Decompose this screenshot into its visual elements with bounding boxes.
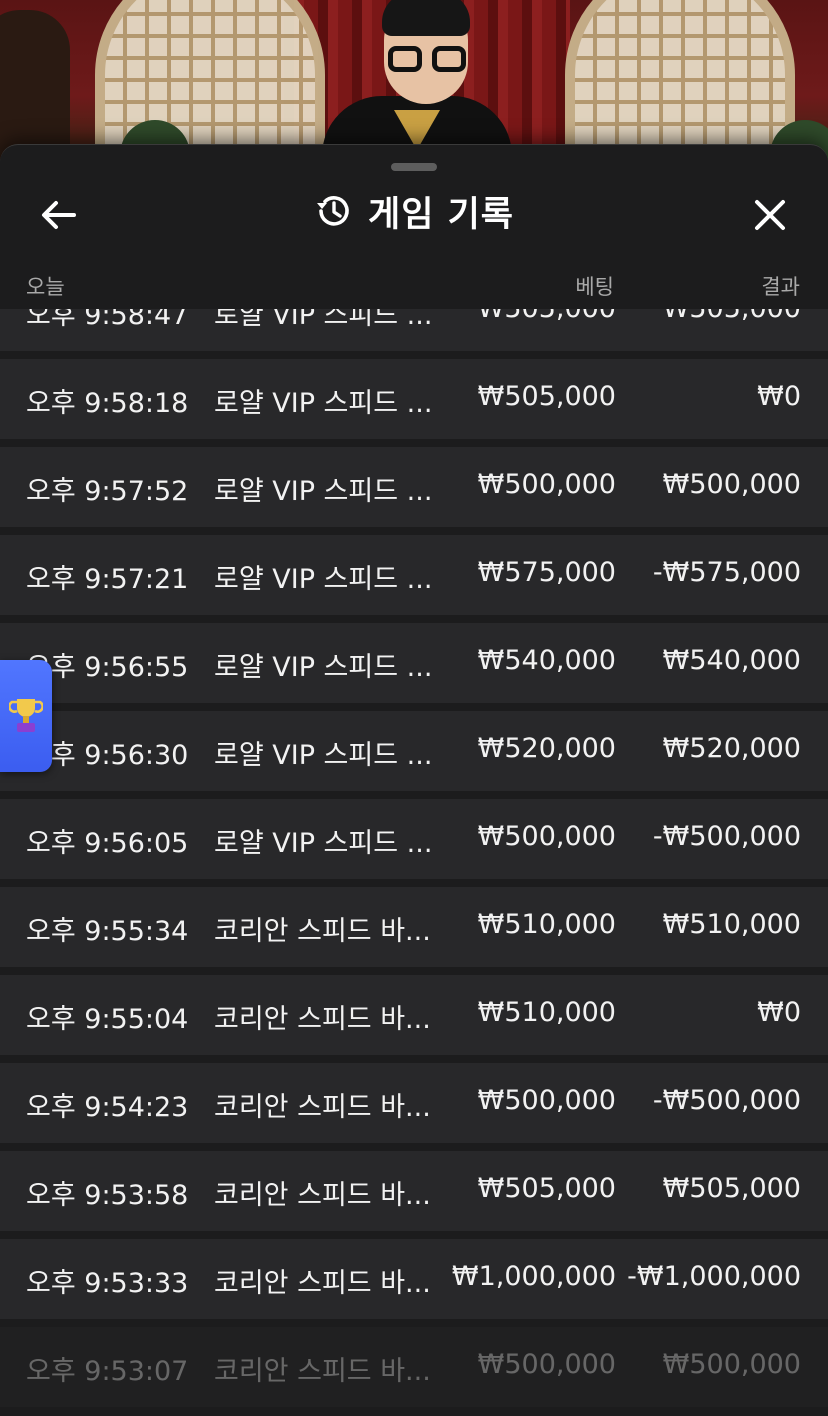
screen: 게임 기록 오늘 베팅 결과 오후 9:58:47 로얄 VIP 스피드 ... ₩… <box>0 0 828 1416</box>
sheet-title-group: 게임 기록 <box>0 185 828 237</box>
row-bet-amount: ₩505,000 <box>477 381 616 412</box>
row-time: 오후 9:58:18 <box>26 388 189 419</box>
row-bet-amount: ₩510,000 <box>477 997 616 1028</box>
row-bet-amount: ₩505,000 <box>477 1173 616 1204</box>
history-row[interactable]: 오후 9:57:52 로얄 VIP 스피드 ... ₩500,000 ₩500,000 <box>0 447 828 527</box>
row-bet-amount: ₩500,000 <box>477 1085 616 1116</box>
row-game-name: 로얄 VIP 스피드 ... <box>214 564 433 595</box>
row-bet-amount: ₩575,000 <box>477 557 616 588</box>
row-game-name: 로얄 VIP 스피드 ... <box>214 652 433 683</box>
row-bet-amount: ₩510,000 <box>477 909 616 940</box>
row-time: 오후 9:57:52 <box>26 476 189 507</box>
dealer <box>322 0 512 160</box>
row-game-name: 코리안 스피드 바... <box>214 1180 431 1211</box>
row-game-name: 로얄 VIP 스피드 ... <box>214 309 433 331</box>
row-game-name: 코리안 스피드 바... <box>214 1092 431 1123</box>
sheet-title: 게임 기록 <box>368 194 514 235</box>
row-bet-amount: ₩500,000 <box>477 469 616 500</box>
trophy-icon <box>9 699 43 732</box>
history-row[interactable]: 오후 9:56:55 로얄 VIP 스피드 ... ₩540,000 ₩540,000 <box>0 623 828 703</box>
close-icon <box>755 200 785 230</box>
sheet-header: 게임 기록 <box>0 175 828 247</box>
row-result-amount: ₩540,000 <box>662 645 801 676</box>
row-result-amount: -₩500,000 <box>652 1085 801 1116</box>
row-result-amount: ₩505,000 <box>663 309 801 324</box>
row-bet-amount: ₩520,000 <box>477 733 616 764</box>
row-game-name: 로얄 VIP 스피드 ... <box>214 388 433 419</box>
row-result-amount: ₩500,000 <box>662 1349 801 1380</box>
column-today: 오늘 <box>26 275 65 299</box>
row-bet-amount: ₩1,000,000 <box>451 1261 616 1292</box>
column-header: 오늘 베팅 결과 <box>0 259 828 309</box>
row-game-name: 코리안 스피드 바... <box>214 916 431 947</box>
row-result-amount: ₩500,000 <box>662 469 801 500</box>
column-bet: 베팅 <box>575 275 614 299</box>
history-row[interactable]: 오후 9:58:18 로얄 VIP 스피드 ... ₩505,000 ₩0 <box>0 359 828 439</box>
row-time: 오후 9:55:04 <box>26 1004 189 1035</box>
row-time: 오후 9:53:07 <box>26 1356 189 1387</box>
row-game-name: 로얄 VIP 스피드 ... <box>214 740 433 771</box>
row-result-amount: -₩575,000 <box>652 557 801 588</box>
row-time: 오후 9:55:34 <box>26 916 189 947</box>
history-row[interactable]: 오후 9:57:21 로얄 VIP 스피드 ... ₩575,000 -₩575,00… <box>0 535 828 615</box>
row-time: 오후 9:58:47 <box>26 309 189 331</box>
row-result-amount: ₩0 <box>757 997 801 1028</box>
row-time: 오후 9:53:33 <box>26 1268 189 1299</box>
row-bet-amount: ₩505,000 <box>478 309 616 324</box>
game-history-sheet: 게임 기록 오늘 베팅 결과 오후 9:58:47 로얄 VIP 스피드 ... ₩… <box>0 144 828 1416</box>
history-row[interactable]: 오후 9:54:23 코리안 스피드 바... ₩500,000 -₩500,000 <box>0 1063 828 1143</box>
history-icon <box>317 196 349 226</box>
row-bet-amount: ₩540,000 <box>477 645 616 676</box>
sheet-grabber[interactable] <box>391 163 437 171</box>
history-row[interactable]: 오후 9:56:05 로얄 VIP 스피드 ... ₩500,000 -₩500,00… <box>0 799 828 879</box>
close-button[interactable] <box>742 187 798 243</box>
history-row[interactable]: 오후 9:53:33 코리안 스피드 바... ₩1,000,000 -₩1,000,… <box>0 1239 828 1319</box>
live-video-background <box>0 0 828 160</box>
row-result-amount: ₩505,000 <box>662 1173 801 1204</box>
decorative-arch-right <box>565 0 795 160</box>
row-game-name: 로얄 VIP 스피드 ... <box>214 828 433 859</box>
row-game-name: 로얄 VIP 스피드 ... <box>214 476 433 507</box>
row-game-name: 코리안 스피드 바... <box>214 1268 431 1299</box>
row-game-name: 코리안 스피드 바... <box>214 1004 431 1035</box>
row-result-amount: -₩1,000,000 <box>627 1261 801 1292</box>
history-row[interactable]: 오후 9:53:07 코리안 스피드 바... ₩500,000 ₩500,000 <box>0 1327 828 1407</box>
row-bet-amount: ₩500,000 <box>477 821 616 852</box>
player-silhouette <box>0 10 70 160</box>
history-row[interactable]: 오후 9:55:04 코리안 스피드 바... ₩510,000 ₩0 <box>0 975 828 1055</box>
history-row[interactable]: 오후 9:58:47 로얄 VIP 스피드 ... ₩505,000 ₩505,000 <box>0 309 828 351</box>
row-result-amount: ₩510,000 <box>662 909 801 940</box>
row-result-amount: -₩500,000 <box>652 821 801 852</box>
row-time: 오후 9:57:21 <box>26 564 189 595</box>
history-row[interactable]: 오후 9:55:34 코리안 스피드 바... ₩510,000 ₩510,000 <box>0 887 828 967</box>
trophy-tab[interactable] <box>0 660 52 772</box>
row-result-amount: ₩0 <box>757 381 801 412</box>
row-time: 오후 9:56:05 <box>26 828 189 859</box>
row-time: 오후 9:53:58 <box>26 1180 189 1211</box>
history-row[interactable]: 오후 9:56:30 로얄 VIP 스피드 ... ₩520,000 ₩520,000 <box>0 711 828 791</box>
row-time: 오후 9:54:23 <box>26 1092 189 1123</box>
row-game-name: 코리안 스피드 바... <box>214 1356 431 1387</box>
row-bet-amount: ₩500,000 <box>477 1349 616 1380</box>
history-list[interactable]: 오후 9:58:47 로얄 VIP 스피드 ... ₩505,000 ₩505,000… <box>0 309 828 1416</box>
history-row[interactable]: 오후 9:53:58 코리안 스피드 바... ₩505,000 ₩505,000 <box>0 1151 828 1231</box>
row-result-amount: ₩520,000 <box>662 733 801 764</box>
column-result: 결과 <box>761 275 800 299</box>
